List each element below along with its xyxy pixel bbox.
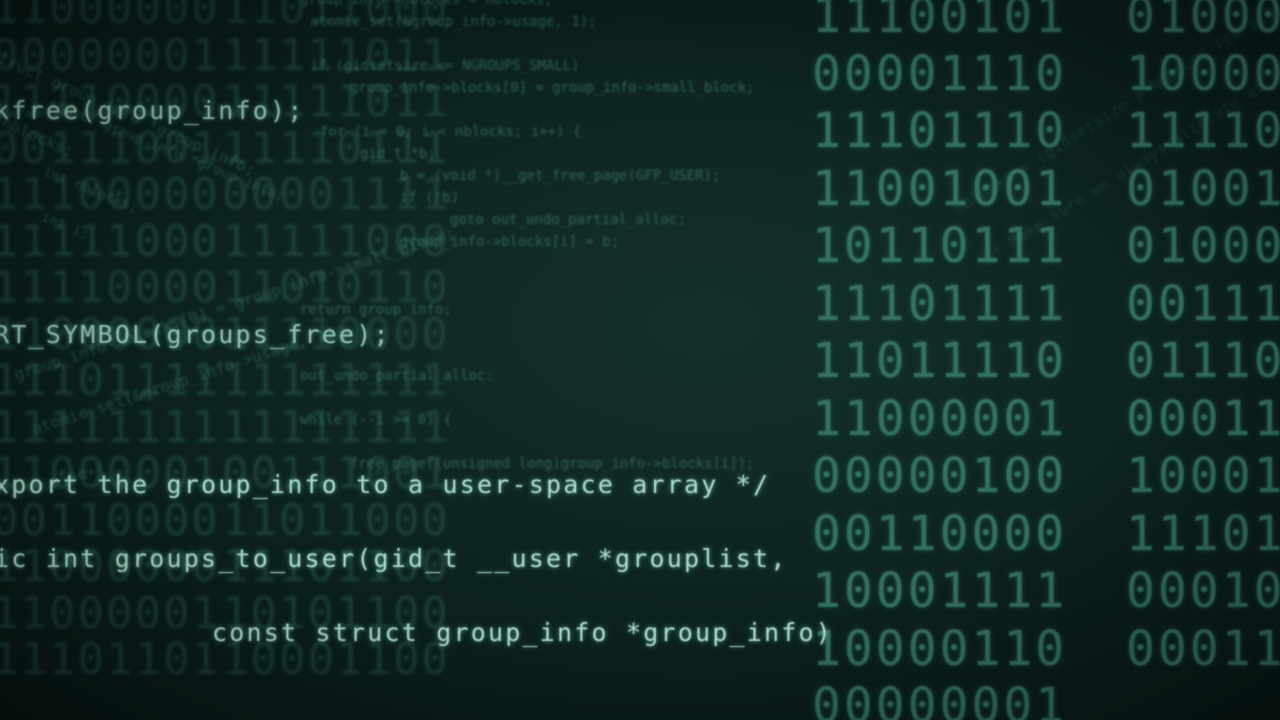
background-code-line: while (--i >= 0) { (300, 412, 452, 428)
code-line-kfree: kfree(group_info); (0, 96, 305, 125)
background-code-line: out_undo_partial_alloc: (300, 368, 494, 384)
binary-digit-row: 10000 (1126, 45, 1280, 102)
binary-digit-row: 11000001 (812, 390, 1068, 447)
binary-digit-row: 10001 (1126, 448, 1280, 504)
background-code-line: group_info->nblocks = nblocks; (300, 0, 553, 8)
binary-column-right-b: 01000 10000 11110 01001 01000 00111 01110 00011… (1126, 0, 1280, 678)
binary-digit-row: 10001111 (812, 563, 1068, 619)
faint-binary-row: 11000001 (0, 587, 220, 639)
background-code-line: return group_info; (300, 302, 452, 318)
binary-digit-row: 00010 (1126, 563, 1280, 619)
binary-digit-row: 10110111 (812, 218, 1068, 274)
background-code-line: if (!b) (400, 190, 460, 206)
binary-digit-row: 00000100 (812, 448, 1068, 504)
matrix-code-scene: 11000000 00000001 11110000 00111001 11100000… (0, 0, 1280, 720)
code-line-comment: xport the group_info to a user-space arr… (0, 470, 771, 499)
background-code-line: for (i = 0; i < nblocks; i++) { (320, 124, 582, 140)
binary-column-right-a: 11100101 00001110 11101110 11001001 10110111… (812, 0, 1067, 720)
background-code-line: if (gidsetsize <= NGROUPS_SMALL) (310, 58, 580, 74)
background-code-line: group_info->blocks[i] = b; (400, 234, 620, 250)
binary-digit-row: 11101 (1126, 505, 1280, 562)
faint-binary-row: 11101101 (0, 634, 220, 685)
background-code-line: group_info->blocks[0] = group_info->smal… (350, 80, 755, 96)
code-line-export-symbol: RT_SYMBOL(groups_free); (0, 320, 391, 349)
binary-digit-row: 11100101 (812, 0, 1068, 44)
binary-digit-row: 00001110 (812, 45, 1068, 102)
binary-digit-row: 11110 (1126, 103, 1280, 159)
binary-digit-row: 01110 (1126, 333, 1280, 389)
binary-digit-row: 00110000 (812, 505, 1068, 562)
binary-digit-row: 00011 (1126, 620, 1280, 677)
faint-binary-row: 11011000 (222, 494, 450, 546)
background-code-line: goto out_undo_partial_alloc; (450, 212, 687, 228)
background-code-line: gid_t *b; (360, 146, 436, 162)
binary-digit-row: 10000110 (812, 620, 1068, 677)
background-code-line: atomic_set(&group_info->usage, 1); (310, 14, 597, 30)
binary-digit-row: 01001 (1126, 160, 1280, 217)
binary-digit-row: 11011110 (812, 333, 1068, 389)
binary-digit-row: 01000 (1126, 218, 1280, 274)
binary-digit-row: 11101111 (812, 275, 1068, 332)
binary-digit-row: 01000 (1126, 0, 1280, 44)
binary-digit-row: 11001001 (812, 160, 1068, 217)
code-line-function-signature: ic int groups_to_user(gid_t __user *grou… (0, 544, 788, 573)
code-line-function-params: const struct group_info *group_info) (212, 618, 834, 647)
background-code-line: b = (void *)__get_free_page(GFP_USER); (400, 168, 721, 184)
binary-digit-row: 00111 (1126, 275, 1280, 332)
binary-digit-row: 00000001 (812, 678, 1068, 720)
binary-digit-row: 11101110 (812, 103, 1068, 159)
binary-digit-row: 00011 (1126, 390, 1280, 447)
